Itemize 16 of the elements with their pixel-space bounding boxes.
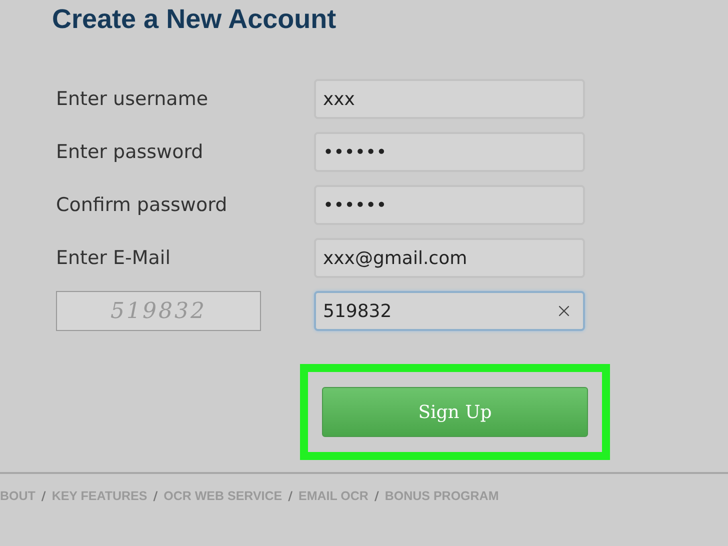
- sign-up-button[interactable]: Sign Up: [322, 387, 588, 437]
- input-field[interactable]: ••••••: [314, 132, 585, 172]
- page-title: Create a New Account: [52, 4, 338, 35]
- input-field[interactable]: ••••••: [314, 185, 585, 225]
- field-label: Enter password: [56, 141, 204, 163]
- field-label: Enter username: [56, 88, 210, 110]
- separator: /: [288, 489, 293, 503]
- captcha-image: 519832: [56, 291, 261, 331]
- separator: /: [153, 489, 158, 503]
- captcha-input-field[interactable]: 519832: [314, 291, 585, 331]
- field-label: Confirm password: [56, 194, 228, 216]
- input-field[interactable]: xxx: [314, 79, 585, 119]
- separator: /: [374, 489, 379, 503]
- input-field[interactable]: xxx@gmail.com: [314, 238, 585, 278]
- separator: /: [41, 489, 46, 503]
- field-label: Enter E-Mail: [56, 247, 172, 269]
